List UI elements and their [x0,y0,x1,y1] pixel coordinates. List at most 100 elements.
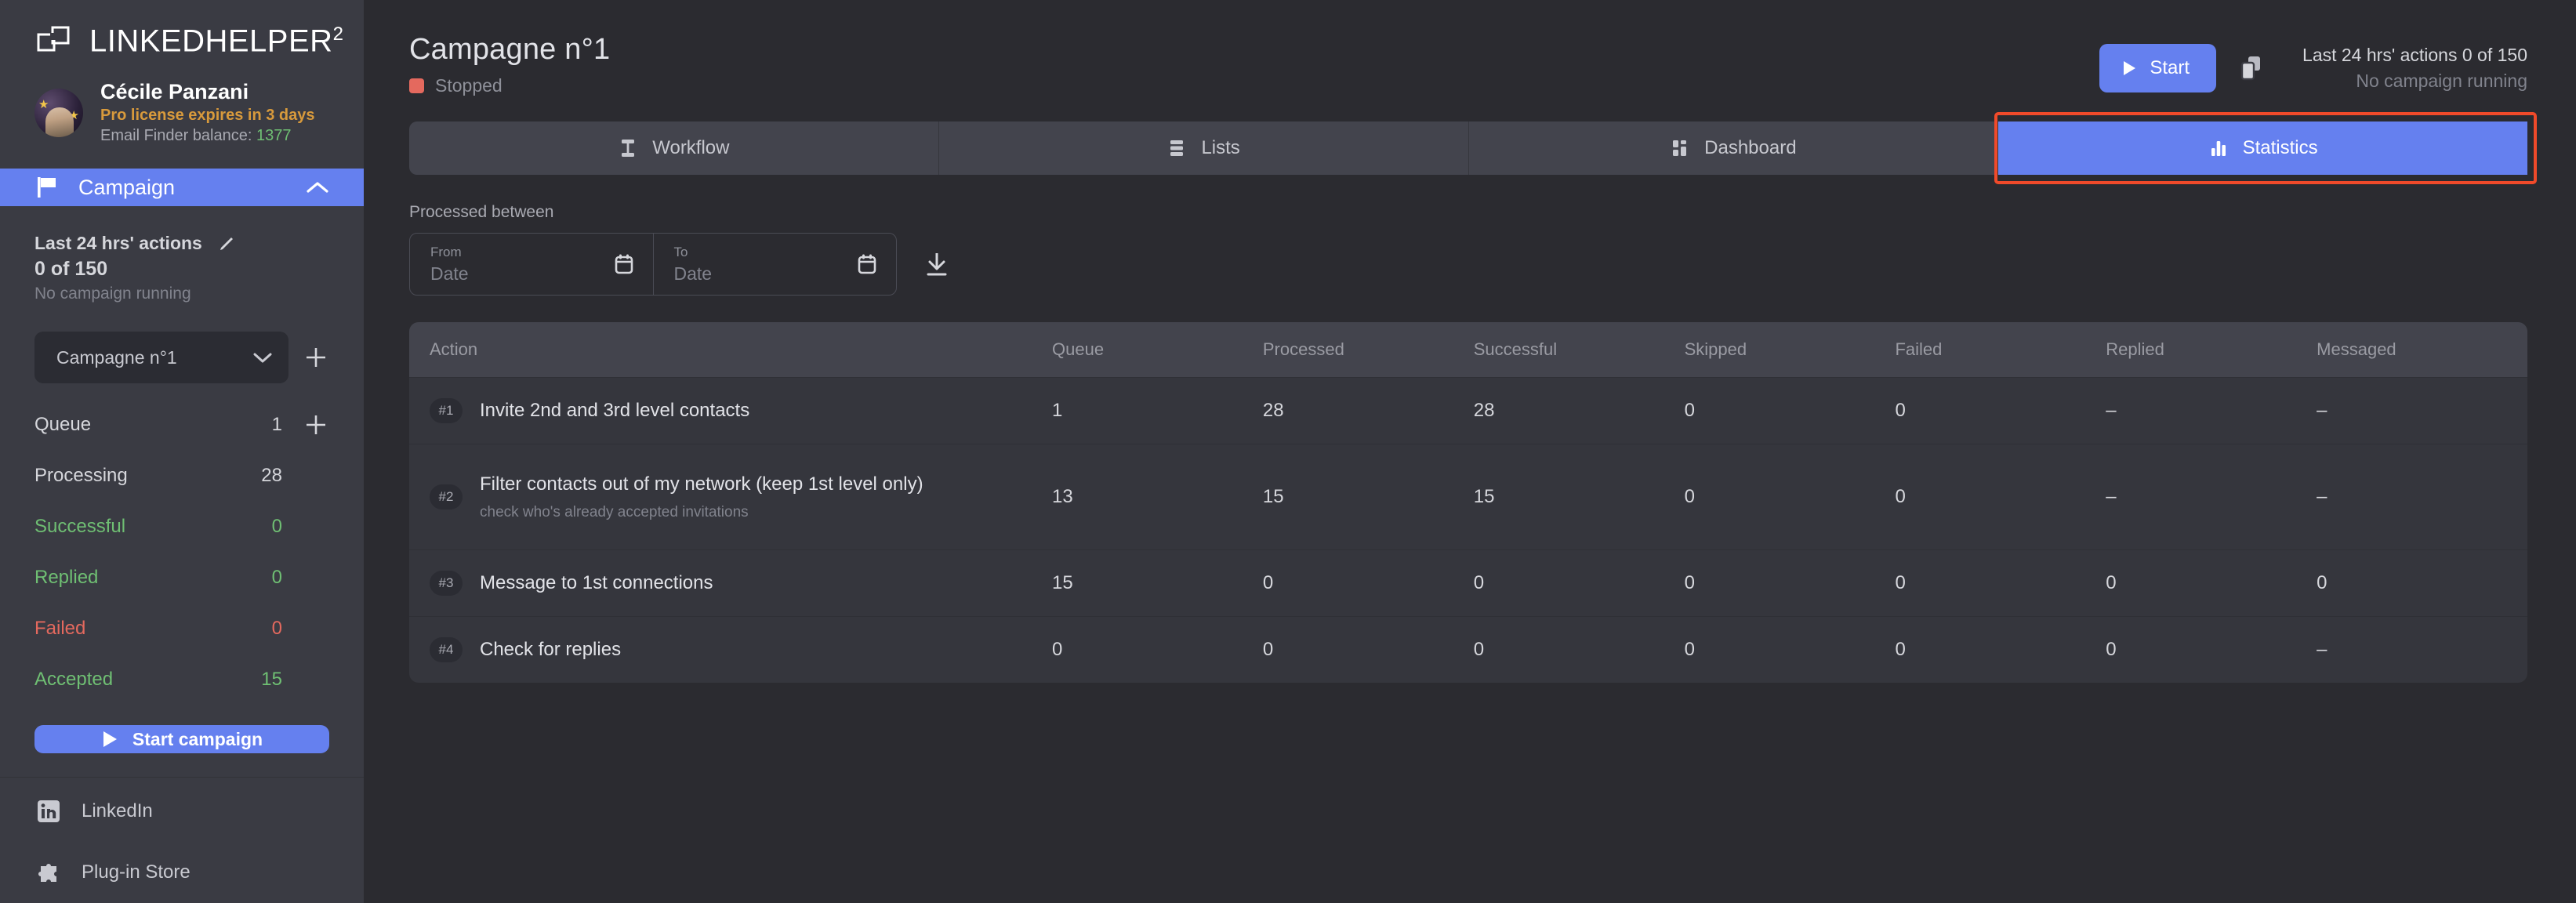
table-row[interactable]: #3 Message to 1st connections 15 0 0 0 0… [409,549,2527,616]
cell-successful: 28 [1473,400,1495,421]
cell-processed: 0 [1262,639,1274,660]
stat-label: Successful [34,515,126,537]
action-title: Filter contacts out of my network (keep … [480,473,923,495]
brand-name: LINKEDHELPER2 [89,24,344,59]
tab-bar: Workflow Lists Dashboard Statistics [409,112,2537,184]
cell-skipped: 0 [1684,400,1695,421]
cell-processed: 0 [1262,572,1274,593]
list-icon [1166,138,1187,158]
cell-processed: 28 [1262,400,1284,421]
start-campaign-label: Start campaign [132,728,263,749]
date-to-field[interactable]: To [652,234,897,295]
statistics-table: Action Queue Processed Successful Skippe… [409,322,2527,683]
cell-processed: 15 [1262,486,1284,507]
row-index-badge: #2 [430,484,463,510]
date-range-group: From To [409,233,897,296]
table-header-row: Action Queue Processed Successful Skippe… [409,322,2527,377]
cell-queue: 13 [1052,486,1073,507]
calendar-icon[interactable] [614,253,634,275]
action-title: Invite 2nd and 3rd level contacts [480,399,750,421]
play-icon [101,730,118,749]
stat-row-processing[interactable]: Processing 28 [34,450,329,501]
stat-row-queue[interactable]: Queue 1 [34,399,329,450]
actions-title: Last 24 hrs' actions [34,233,202,254]
stat-value: 1 [271,413,282,435]
linkedin-icon [36,799,61,824]
cell-successful: 0 [1473,639,1485,660]
copy-icon[interactable] [2238,54,2265,82]
page-title: Campagne n°1 [409,33,611,66]
balance-value: 1377 [256,127,292,144]
tab-statistics[interactable]: Statistics [1997,121,2527,175]
workflow-icon [618,138,638,158]
brand[interactable]: LINKEDHELPER2 [0,0,364,60]
table-row[interactable]: #4 Check for replies 0 0 0 0 0 0 – [409,616,2527,683]
stat-label: Queue [34,413,92,435]
tab-label: Statistics [2242,137,2318,158]
actions-count: 0 of 150 [34,258,108,281]
stat-label: Replied [34,566,99,588]
stat-row-failed[interactable]: Failed 0 [34,603,329,654]
table-row[interactable]: #2 Filter contacts out of my network (ke… [409,444,2527,549]
column-header-messaged: Messaged [2317,339,2396,359]
app-root: LINKEDHELPER2 ★ ★ Cécile Panzani Pro lic… [0,0,2576,903]
add-campaign-button[interactable] [303,344,329,371]
header-actions-count: Last 24 hrs' actions 0 of 150 [2302,45,2527,65]
cell-messaged: – [2317,639,2327,660]
tab-lists[interactable]: Lists [938,121,1468,175]
status-indicator-icon [409,78,424,93]
pencil-icon[interactable] [218,235,235,252]
status-badge: Stopped [409,75,2099,96]
campaign-select[interactable]: Campagne n°1 [34,332,288,384]
tab-workflow[interactable]: Workflow [409,121,938,175]
tab-label: Lists [1201,137,1240,158]
avatar: ★ ★ [34,88,83,137]
stat-value: 15 [261,668,282,690]
cell-queue: 15 [1052,572,1073,593]
stat-row-accepted[interactable]: Accepted 15 [34,654,329,705]
actions-subtitle: No campaign running [34,285,191,303]
date-from-field[interactable]: From [410,234,653,295]
add-to-queue-button[interactable] [303,412,329,438]
stat-value: 0 [271,566,282,588]
start-button[interactable]: Start [2099,44,2217,92]
stat-row-successful[interactable]: Successful 0 [34,501,329,552]
stat-value: 0 [271,515,282,537]
date-to-input[interactable] [673,263,879,285]
sidebar-bottom-nav: LinkedIn Plug-in Store [0,778,364,903]
stat-label: Accepted [34,668,114,690]
email-finder-balance: Email Finder balance: 1377 [100,127,292,144]
dashboard-icon [1670,138,1690,158]
header-running-status: No campaign running [2356,71,2527,91]
cell-failed: 0 [1895,639,1906,660]
sidebar-item-plugin-store[interactable]: Plug-in Store [0,842,364,903]
calendar-icon[interactable] [857,253,877,275]
campaign-stats-list: Queue 1 Processing 28 Successful 0 Repli… [0,383,364,705]
stat-row-replied[interactable]: Replied 0 [34,552,329,603]
cell-failed: 0 [1895,486,1906,507]
column-header-processed: Processed [1262,339,1344,359]
sidebar-item-label: Campaign [78,175,176,199]
sidebar-item-campaign[interactable]: Campaign [0,169,364,207]
column-header-successful: Successful [1473,339,1558,359]
play-icon [2121,60,2137,77]
sidebar-item-linkedin[interactable]: LinkedIn [0,781,364,842]
stat-value: 0 [271,617,282,639]
date-from-input[interactable] [430,263,636,285]
column-header-replied: Replied [2106,339,2164,359]
table-row[interactable]: #1 Invite 2nd and 3rd level contacts 1 2… [409,377,2527,444]
start-campaign-button[interactable]: Start campaign [34,725,329,754]
download-icon[interactable] [923,250,950,278]
cell-messaged: 0 [2317,572,2327,593]
cell-skipped: 0 [1684,639,1695,660]
tab-dashboard[interactable]: Dashboard [1468,121,1998,175]
chevron-up-icon [306,180,329,194]
tab-label: Workflow [652,137,730,158]
linked-squares-icon [36,24,72,60]
cell-replied: – [2106,400,2117,421]
user-profile[interactable]: ★ ★ Cécile Panzani Pro license expires i… [0,60,364,169]
bar-chart-icon [2208,138,2229,158]
filter-label: Processed between [409,203,554,221]
status-label: Stopped [435,75,503,96]
stat-label: Processing [34,464,128,486]
